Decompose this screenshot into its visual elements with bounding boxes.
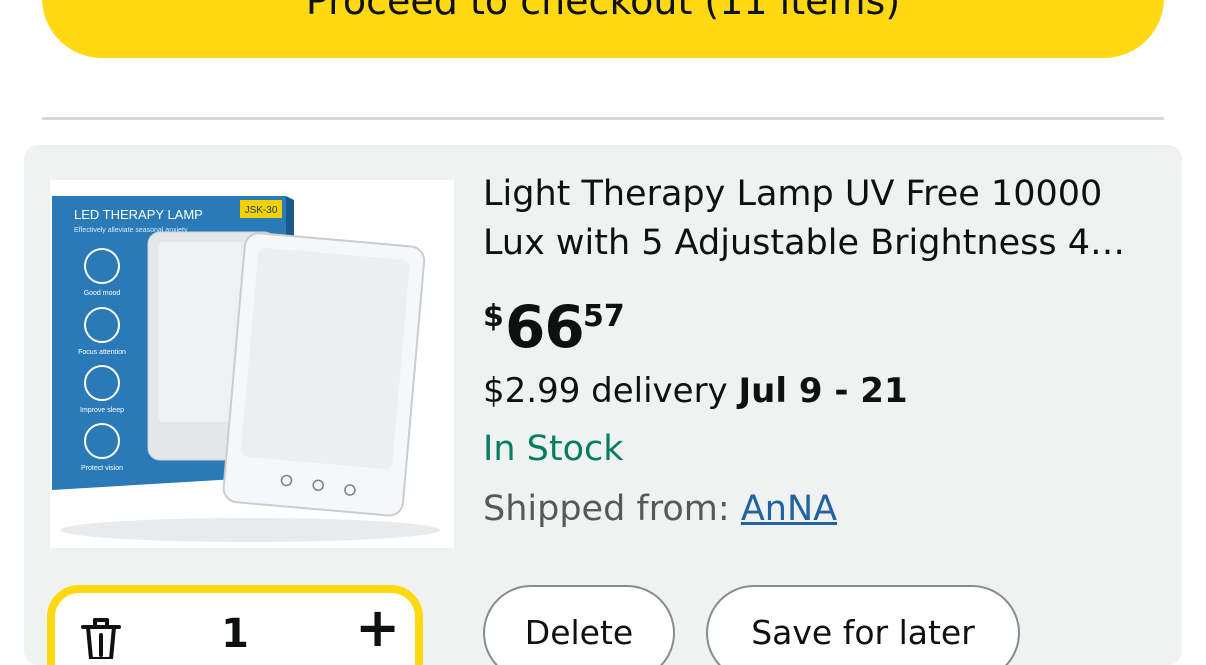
product-title[interactable]: Light Therapy Lamp UV Free 10000 Lux wit… [483,170,1143,268]
price-currency: $ [483,299,504,334]
plus-icon[interactable]: + [355,601,400,655]
price-whole: 66 [505,293,585,361]
box-feature-1: Focus attention [78,349,126,356]
checkout-label: Proceed to checkout (11 items) [305,0,901,23]
delivery-date: Jul 9 - 21 [738,371,908,411]
delivery-cost: $2.99 delivery [483,371,728,411]
box-feature-2: Improve sleep [80,407,124,414]
box-brand-heading: LED THERAPY LAMP [74,207,203,222]
box-feature-0: Good mood [84,290,121,297]
shipped-from: Shipped from: AnNA [483,489,837,529]
seller-link[interactable]: AnNA [741,489,837,529]
save-for-later-label: Save for later [751,613,975,652]
proceed-to-checkout-button[interactable]: Proceed to checkout (11 items) [42,0,1164,58]
save-for-later-button[interactable]: Save for later [706,585,1020,665]
box-model-label: JSK-30 [245,205,278,216]
delete-button-label: Delete [524,613,634,652]
price-fraction: 57 [583,299,625,334]
quantity-stepper: 1 + [47,585,423,665]
box-feature-3: Protect vision [81,465,123,472]
shipped-from-label: Shipped from: [483,489,730,529]
delete-button[interactable]: Delete [483,585,675,665]
stock-status: In Stock [483,429,624,469]
delivery-info: $2.99 delivery Jul 9 - 21 [483,371,908,411]
cart-item-card: LED THERAPY LAMP JSK-30 Effectively alle… [24,145,1182,665]
product-image[interactable]: LED THERAPY LAMP JSK-30 Effectively alle… [50,180,454,548]
section-divider [42,117,1164,120]
